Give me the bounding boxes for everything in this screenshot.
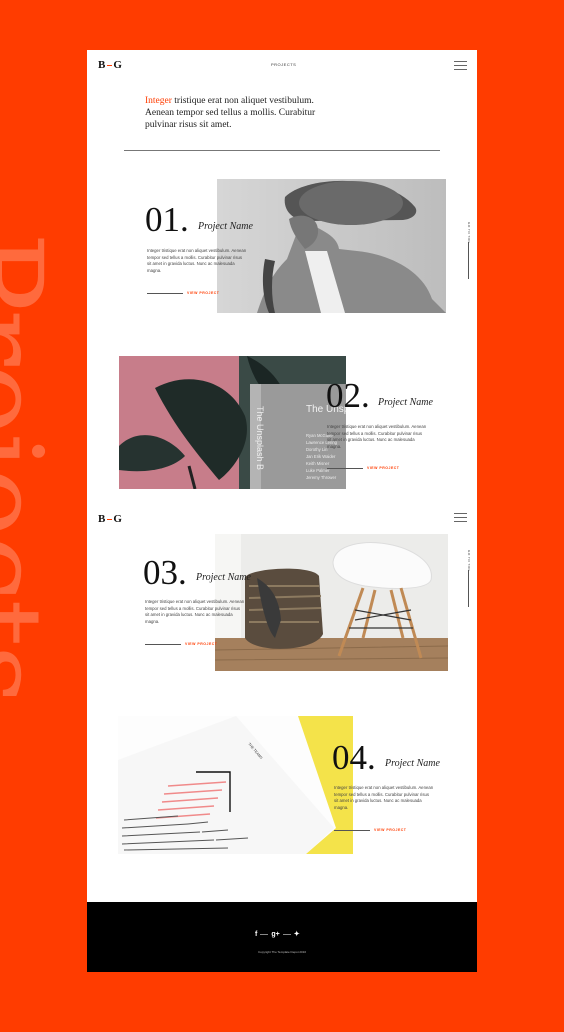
project-03-view-link[interactable]: VIEW PROJECT: [185, 642, 217, 646]
project-02-name[interactable]: Project Name: [378, 397, 433, 408]
menu-icon[interactable]: [454, 61, 467, 70]
project-03-link-line: [145, 644, 181, 645]
google-plus-icon[interactable]: g+: [271, 931, 279, 938]
book-name: Dorothy Lin: [306, 447, 328, 452]
menu-icon[interactable]: [454, 513, 467, 522]
project-03-number: 03.: [143, 553, 187, 592]
project-02-number: 02.: [326, 376, 370, 415]
copyright: Copyright The Template Depot 2016: [257, 950, 307, 954]
logo[interactable]: BG: [98, 513, 123, 525]
project-03-description: Integer tristique erat non aliquet vesti…: [145, 599, 245, 624]
project-02-image[interactable]: The Unsplash B The Unsplash Book Ryan Mc…: [119, 356, 346, 489]
logo-letter: G: [113, 59, 123, 71]
intro-text: Integer tristique erat non aliquet vesti…: [145, 95, 320, 131]
book-name: Keith Misner: [306, 461, 330, 466]
project-02-link-line: [327, 468, 363, 469]
go-to-top-link[interactable]: GO TO TOP: [467, 222, 471, 243]
project-01-view-link[interactable]: VIEW PROJECT: [187, 291, 219, 295]
side-line: [468, 242, 469, 279]
project-04-name[interactable]: Project Name: [385, 758, 440, 769]
project-04-link-line: [334, 830, 370, 831]
divider: [124, 150, 440, 151]
project-04-description: Integer tristique erat non aliquet vesti…: [334, 785, 434, 810]
side-line: [468, 570, 469, 607]
project-01-link-line: [147, 293, 183, 294]
project-01-description: Integer tristique erat non aliquet vesti…: [147, 248, 247, 273]
project-04-view-link[interactable]: VIEW PROJECT: [374, 828, 406, 832]
logo-letter: B: [98, 59, 107, 71]
intro-accent: Integer: [145, 96, 172, 106]
project-01-name[interactable]: Project Name: [198, 221, 253, 232]
book-name: Jeremy Thrower: [306, 475, 337, 480]
project-01-image[interactable]: [217, 179, 446, 313]
facebook-icon[interactable]: f: [255, 931, 257, 938]
project-04-image[interactable]: THE TEAMS: [118, 716, 353, 854]
logo-dash: [107, 518, 113, 520]
go-to-top-link[interactable]: GO TO TOP: [467, 550, 471, 571]
social-links: f g+ ✦: [255, 930, 300, 939]
book-spine-text: The Unsplash B: [255, 406, 265, 470]
project-04-number: 04.: [332, 738, 376, 777]
project-02-description: Integer tristique erat non aliquet vesti…: [327, 424, 427, 449]
twitter-icon[interactable]: ✦: [294, 930, 300, 938]
book-name: Jan Erik Waider: [306, 454, 336, 459]
logo[interactable]: BG: [98, 59, 123, 71]
project-03-image[interactable]: [215, 534, 448, 671]
logo-letter: B: [98, 513, 107, 525]
project-03-name[interactable]: Project Name: [196, 572, 251, 583]
project-01-number: 01.: [145, 200, 189, 239]
logo-letter: G: [113, 513, 123, 525]
logo-dash: [107, 64, 113, 66]
background-heading: Projects: [0, 232, 58, 704]
separator: [282, 933, 291, 935]
nav-projects[interactable]: PROJECTS: [271, 62, 296, 67]
footer: f g+ ✦ Copyright The Template Depot 2016: [87, 902, 477, 972]
page-canvas: BG PROJECTS Integer tristique erat non a…: [87, 50, 477, 972]
project-02-view-link[interactable]: VIEW PROJECT: [367, 466, 399, 470]
separator: [260, 933, 269, 935]
